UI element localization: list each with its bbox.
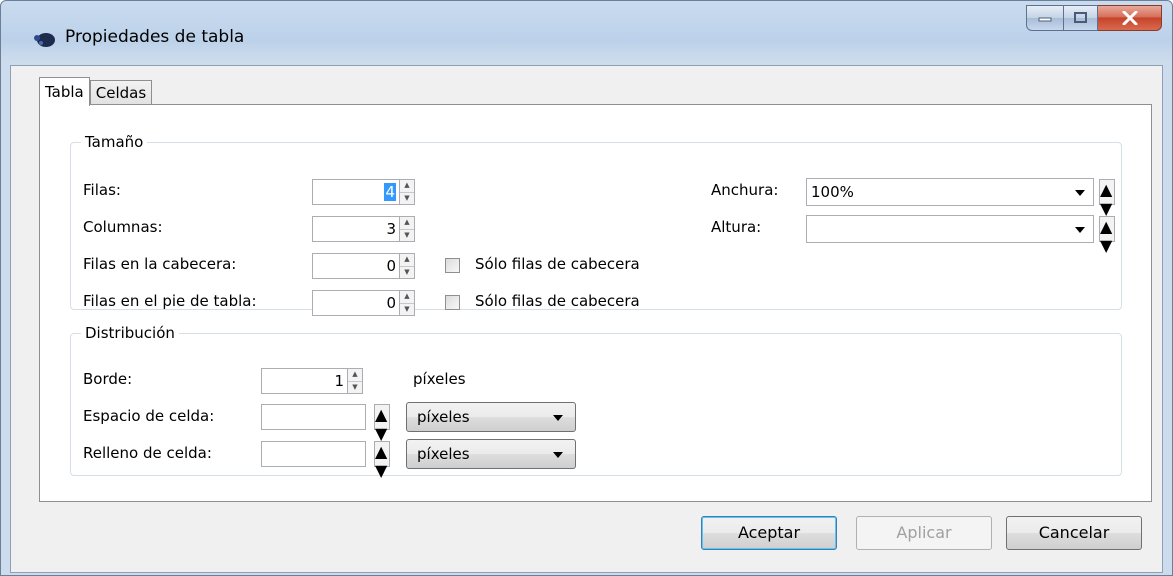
app-icon <box>34 33 55 47</box>
header-rows-label: Filas en la cabecera: <box>83 255 237 273</box>
rows-label: Filas: <box>83 181 121 199</box>
cell-padding-label: Relleno de celda: <box>83 444 212 462</box>
columns-spinner[interactable]: 3 ▲ ▼ <box>312 216 415 242</box>
tab-strip: Tabla Celdas <box>39 75 153 106</box>
maximize-icon <box>1073 12 1087 23</box>
cell-padding-input[interactable] <box>261 441 366 467</box>
dialog-body: Tabla Celdas Tamaño Filas: 4 ▲ ▼ Columna… <box>10 65 1163 573</box>
border-label: Borde: <box>83 370 133 388</box>
rows-input[interactable]: 4 <box>312 179 399 205</box>
header-rows-input[interactable]: 0 <box>312 253 399 279</box>
spin-up-icon[interactable]: ▲ <box>375 405 389 424</box>
spin-up-icon[interactable]: ▲ <box>1100 180 1114 199</box>
spin-up-icon[interactable]: ▲ <box>400 291 414 303</box>
chevron-down-icon[interactable] <box>1075 227 1085 233</box>
cell-padding-spinner[interactable] <box>261 441 366 467</box>
columns-spinner-arrows[interactable]: ▲ ▼ <box>399 216 415 242</box>
spin-up-icon[interactable]: ▲ <box>1100 217 1114 236</box>
spin-down-icon[interactable]: ▼ <box>375 461 389 480</box>
spin-up-icon[interactable]: ▲ <box>348 369 362 381</box>
cell-padding-unit-select[interactable]: píxeles <box>406 439 576 469</box>
spin-up-icon[interactable]: ▲ <box>400 180 414 192</box>
chevron-down-icon[interactable] <box>553 415 563 421</box>
layout-group: Distribución Borde: 1 ▲ ▼ píxeles Espaci… <box>70 324 1122 480</box>
tab-tabla[interactable]: Tabla <box>39 77 90 106</box>
apply-button[interactable]: Aplicar <box>856 516 992 550</box>
columns-label: Columnas: <box>83 218 163 236</box>
header-rows-spinner-arrows[interactable]: ▲ ▼ <box>399 253 415 279</box>
size-group: Tamaño Filas: 4 ▲ ▼ Columnas: 3 ▲ ▼ Fila… <box>70 133 1122 316</box>
cell-spacing-label: Espacio de celda: <box>83 407 215 425</box>
header-only-checkbox[interactable] <box>445 258 460 273</box>
cancel-button[interactable]: Cancelar <box>1006 516 1142 550</box>
width-combo[interactable]: 100% <box>806 178 1094 206</box>
window-title: Propiedades de tabla <box>65 27 245 47</box>
layout-group-legend: Distribución <box>85 324 175 342</box>
accept-button[interactable]: Aceptar <box>701 516 837 550</box>
height-combo[interactable] <box>806 215 1094 243</box>
spin-down-icon[interactable]: ▼ <box>400 191 414 205</box>
footer-only-label: Sólo filas de cabecera <box>475 292 640 310</box>
title-bar[interactable]: Propiedades de tabla <box>1 1 1172 65</box>
cell-spacing-input[interactable] <box>261 404 366 430</box>
window-controls <box>1026 5 1162 35</box>
border-spinner-arrows[interactable]: ▲ ▼ <box>347 368 363 394</box>
footer-rows-spinner-arrows[interactable]: ▲ ▼ <box>399 290 415 316</box>
rows-value: 4 <box>384 183 396 201</box>
cell-padding-unit-value: píxeles <box>417 445 470 463</box>
dialog-window: Propiedades de tabla Tabla Celdas Tamaño… <box>0 0 1173 576</box>
spin-down-icon[interactable]: ▼ <box>400 302 414 316</box>
header-only-label: Sólo filas de cabecera <box>475 255 640 273</box>
spin-down-icon[interactable]: ▼ <box>348 380 362 394</box>
footer-only-checkbox[interactable] <box>445 295 460 310</box>
cell-spacing-spinner-arrows[interactable]: ▲ ▼ <box>374 404 390 443</box>
spin-up-icon[interactable]: ▲ <box>400 217 414 229</box>
tab-celdas[interactable]: Celdas <box>89 80 153 105</box>
footer-rows-spinner[interactable]: 0 ▲ ▼ <box>312 290 415 316</box>
cell-spacing-spinner[interactable] <box>261 404 366 430</box>
border-spinner[interactable]: 1 ▲ ▼ <box>261 368 363 394</box>
rows-spinner-arrows[interactable]: ▲ ▼ <box>399 179 415 205</box>
width-value: 100% <box>811 183 854 201</box>
spin-down-icon[interactable]: ▼ <box>1100 236 1114 255</box>
maximize-button[interactable] <box>1064 5 1098 31</box>
spin-up-icon[interactable]: ▲ <box>375 442 389 461</box>
spin-up-icon[interactable]: ▲ <box>400 254 414 266</box>
minimize-icon <box>1038 17 1052 22</box>
cell-spacing-unit-select[interactable]: píxeles <box>406 402 576 432</box>
close-icon <box>1122 11 1137 25</box>
minimize-button[interactable] <box>1026 5 1064 31</box>
footer-rows-label: Filas en el pie de tabla: <box>83 292 257 310</box>
cell-padding-spinner-arrows[interactable]: ▲ ▼ <box>374 441 390 480</box>
columns-input[interactable]: 3 <box>312 216 399 242</box>
spin-down-icon[interactable]: ▼ <box>400 228 414 242</box>
width-label: Anchura: <box>711 181 779 199</box>
border-input[interactable]: 1 <box>261 368 347 394</box>
close-button[interactable] <box>1098 5 1162 31</box>
width-spinner-arrows[interactable]: ▲ ▼ <box>1099 179 1115 218</box>
footer-rows-input[interactable]: 0 <box>312 290 399 316</box>
header-rows-spinner[interactable]: 0 ▲ ▼ <box>312 253 415 279</box>
border-unit-label: píxeles <box>413 370 466 388</box>
rows-spinner[interactable]: 4 ▲ ▼ <box>312 179 415 205</box>
size-group-legend: Tamaño <box>85 133 144 151</box>
height-spinner-arrows[interactable]: ▲ ▼ <box>1099 216 1115 255</box>
cell-spacing-unit-value: píxeles <box>417 408 470 426</box>
tab-panel-tabla: Tamaño Filas: 4 ▲ ▼ Columnas: 3 ▲ ▼ Fila… <box>39 104 1152 502</box>
height-label: Altura: <box>711 218 762 236</box>
chevron-down-icon[interactable] <box>1075 190 1085 196</box>
chevron-down-icon[interactable] <box>553 452 563 458</box>
spin-down-icon[interactable]: ▼ <box>400 265 414 279</box>
